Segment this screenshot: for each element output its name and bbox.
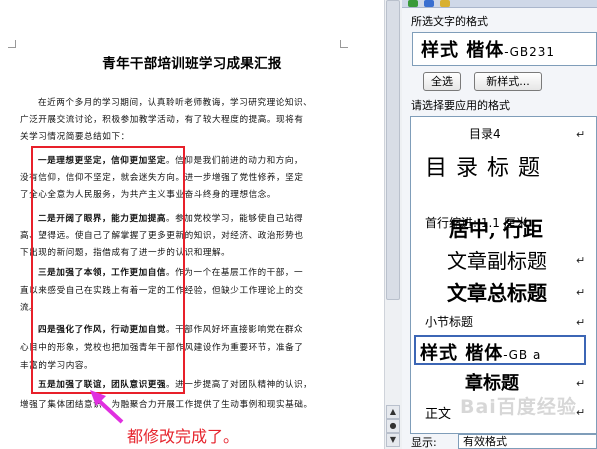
scrollbar-thumb[interactable] bbox=[386, 0, 400, 300]
show-label: 显示: bbox=[411, 436, 437, 449]
annotation-text: 都修改完成了。 bbox=[127, 427, 240, 446]
scroll-page-button[interactable]: ● bbox=[386, 419, 400, 433]
selected-format-suffix: -GB231 bbox=[504, 45, 556, 59]
styles-pane: 所选文字的格式 样式 楷体-GB231 全选 新样式... 请选择要应用的格式 … bbox=[402, 0, 597, 449]
highlight-box bbox=[31, 146, 185, 394]
show-row: 显示: 有效格式 bbox=[402, 434, 597, 449]
style-item-selected[interactable]: 样式 楷体-GB a bbox=[414, 335, 586, 365]
page-corner-mark bbox=[340, 40, 348, 48]
page-corner-mark bbox=[8, 40, 16, 48]
annotation-arrow-icon bbox=[90, 390, 124, 424]
style-item-main-title[interactable]: 文章总标题 ↵ bbox=[411, 277, 596, 307]
doc-line: 关学习情况简要总结如下： bbox=[20, 132, 130, 142]
pane-toolbar bbox=[402, 0, 597, 8]
home-icon[interactable] bbox=[440, 0, 450, 7]
document-title: 青年干部培训班学习成果汇报 bbox=[102, 56, 282, 72]
selected-format-box: 样式 楷体-GB231 bbox=[412, 32, 597, 66]
doc-line: 增强了集体团结意识，为融聚合力开展工作提供了生动事例和现实基础。 bbox=[20, 400, 313, 410]
document-page[interactable]: 青年干部培训班学习成果汇报 在近两个多月的学习期间，认真聆听老师教诲，学习研究理… bbox=[0, 0, 384, 449]
show-select[interactable]: 有效格式 bbox=[458, 434, 597, 449]
style-item-section-title[interactable]: 小节标题 ↵ bbox=[411, 311, 596, 331]
new-style-button[interactable]: 新样式... bbox=[474, 72, 542, 91]
doc-line: 广泛开展交流讨论，积极参加教学活动，有了较大程度的提高。现将有 bbox=[20, 115, 304, 125]
select-all-button[interactable]: 全选 bbox=[423, 72, 461, 91]
style-item-toc-title[interactable]: 目 录 标 题 bbox=[411, 148, 596, 182]
style-item-centered[interactable]: 居中, 行距 bbox=[411, 189, 596, 241]
back-icon[interactable] bbox=[408, 0, 418, 7]
style-item-toc4[interactable]: 目录4 ↵ bbox=[411, 123, 596, 143]
style-list[interactable]: 目录4 ↵ 目 录 标 题 首行缩进: 1.1 厘米 居中, 行距 文章副标题 … bbox=[410, 116, 597, 434]
selected-format-label: 所选文字的格式 bbox=[411, 15, 488, 28]
selected-format-value: 样式 楷体 bbox=[421, 40, 505, 61]
scroll-up-button[interactable]: ▲ bbox=[386, 405, 400, 419]
style-item-subtitle[interactable]: 文章副标题 ↵ bbox=[411, 245, 596, 273]
watermark: Bai百度经验 bbox=[460, 396, 577, 418]
doc-line: 在近两个多月的学习期间，认真聆听老师教诲，学习研究理论知识、 bbox=[38, 98, 313, 108]
forward-icon[interactable] bbox=[424, 0, 434, 7]
scroll-down-button[interactable]: ▼ bbox=[386, 433, 400, 447]
apply-format-label: 请选择要应用的格式 bbox=[411, 99, 510, 112]
